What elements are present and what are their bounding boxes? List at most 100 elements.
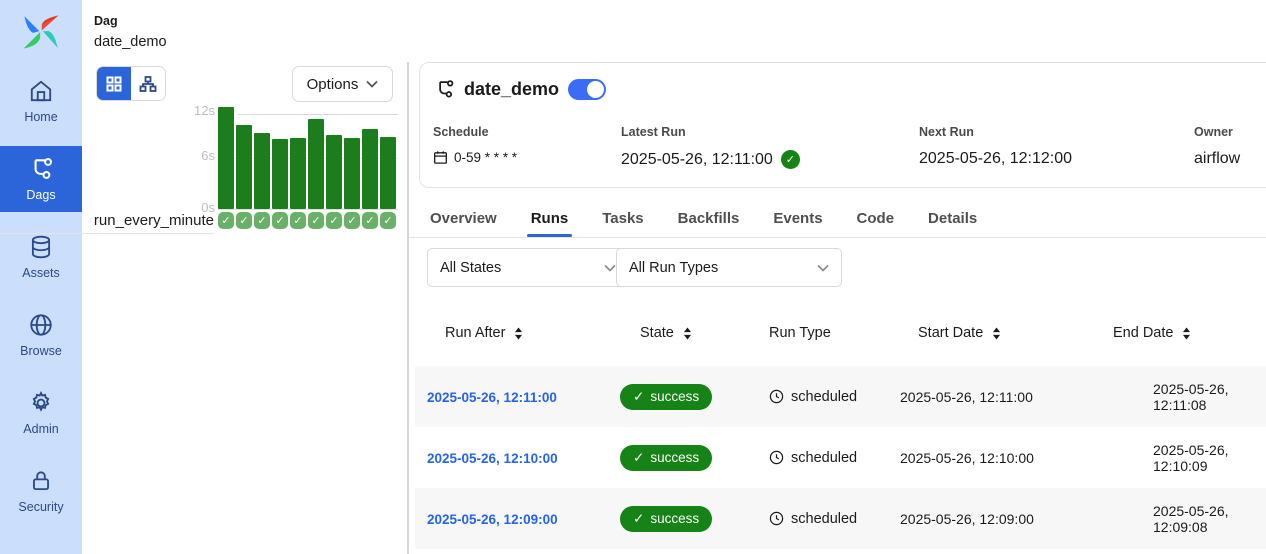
dag-tabs: Overview Runs Tasks Backfills Events Code Deta…: [409, 200, 1266, 238]
stat-latest-run: Latest Run 2025-05-26, 12:11:00✓: [621, 125, 800, 169]
run-type-value: scheduled: [791, 389, 857, 405]
start-date-value: 2025-05-26, 12:10:00: [895, 450, 1110, 466]
end-date-value: 2025-05-26, 12:11:08: [1110, 381, 1266, 413]
tab-label: Code: [857, 210, 895, 227]
run-row: 2025-05-26, 12:11:00 ✓success scheduled …: [415, 366, 1266, 427]
task-instance-success-badge[interactable]: ✓: [218, 212, 234, 229]
duration-bar[interactable]: [380, 137, 396, 209]
calendar-icon: [433, 150, 448, 165]
tab-overview[interactable]: Overview: [430, 200, 497, 237]
task-instance-success-badge[interactable]: ✓: [290, 212, 306, 229]
sort-icon: [512, 326, 525, 341]
run-after-link[interactable]: 2025-05-26, 12:11:00: [427, 390, 557, 405]
duration-bar[interactable]: [362, 129, 378, 209]
stat-schedule: Schedule 0-59 * * * *: [433, 125, 517, 165]
options-button[interactable]: Options: [292, 66, 393, 102]
sidebar-item-dags[interactable]: Dags: [0, 146, 82, 212]
run-type-value: scheduled: [791, 511, 857, 527]
clock-icon: [769, 389, 784, 404]
duration-bar[interactable]: [290, 138, 306, 209]
grid-view-icon: [105, 75, 123, 93]
run-row: 2025-05-26, 12:09:00 ✓success scheduled …: [415, 488, 1266, 549]
column-header-run-type: Run Type: [765, 325, 895, 341]
check-icon: ✓: [633, 511, 644, 527]
task-instance-success-badge[interactable]: ✓: [326, 212, 342, 229]
tab-events[interactable]: Events: [773, 200, 822, 237]
start-date-value: 2025-05-26, 12:11:00: [895, 389, 1110, 405]
stat-value: airflow: [1194, 150, 1240, 168]
run-type-filter-select[interactable]: All Run Types: [616, 248, 842, 287]
duration-bar[interactable]: [254, 133, 270, 209]
tab-code[interactable]: Code: [857, 200, 895, 237]
tab-label: Overview: [430, 210, 497, 227]
run-after-link[interactable]: 2025-05-26, 12:10:00: [427, 451, 558, 466]
tab-backfills[interactable]: Backfills: [678, 200, 740, 237]
graph-view-button[interactable]: [131, 67, 165, 100]
task-instance-success-badge[interactable]: ✓: [254, 212, 270, 229]
state-filter-select[interactable]: All States: [427, 248, 629, 287]
column-header-label: Run After: [445, 325, 505, 341]
duration-bar[interactable]: [326, 135, 342, 209]
sidebar-item-admin[interactable]: Admin: [0, 380, 82, 446]
breadcrumb-section: Dag: [94, 14, 118, 28]
task-instance-success-badge[interactable]: ✓: [236, 212, 252, 229]
task-instance-success-badge[interactable]: ✓: [380, 212, 396, 229]
duration-bar[interactable]: [344, 138, 360, 209]
stat-next-run: Next Run 2025-05-26, 12:12:00: [919, 125, 1072, 168]
sidebar-item-security[interactable]: Security: [0, 458, 82, 524]
duration-bar[interactable]: [308, 119, 324, 209]
stat-owner: Owner airflow: [1194, 125, 1240, 168]
sidebar-item-home[interactable]: Home: [0, 68, 82, 134]
duration-bar[interactable]: [272, 139, 288, 209]
breadcrumb-dag-name: date_demo: [94, 34, 167, 50]
run-type-value: scheduled: [791, 450, 857, 466]
dag-pause-toggle[interactable]: [568, 79, 606, 100]
run-row: 2025-05-26, 12:10:00 ✓success scheduled …: [415, 427, 1266, 488]
runs-table-header: Run After State Run Type Start Date End …: [415, 300, 1266, 366]
check-icon: ✓: [633, 389, 644, 405]
task-instance-success-badge[interactable]: ✓: [272, 212, 288, 229]
tab-label: Events: [773, 210, 822, 227]
tab-runs[interactable]: Runs: [531, 200, 569, 237]
gear-icon: [28, 390, 54, 416]
sidebar-item-browse[interactable]: Browse: [0, 302, 82, 368]
sort-icon: [990, 326, 1003, 341]
task-instance-success-badge[interactable]: ✓: [308, 212, 324, 229]
sidebar-nav: Home Dags Assets Browse Admin Security: [0, 68, 82, 524]
column-header-state[interactable]: State: [615, 325, 765, 341]
column-header-run-after[interactable]: Run After: [415, 325, 615, 341]
tab-details[interactable]: Details: [928, 200, 977, 237]
y-axis-tick-6s: 6s: [179, 148, 215, 163]
airflow-logo[interactable]: [0, 0, 82, 58]
column-header-start-date[interactable]: Start Date: [895, 325, 1110, 341]
task-instance-success-badge[interactable]: ✓: [344, 212, 360, 229]
stat-value: 2025-05-26, 12:12:00: [919, 150, 1072, 168]
state-badge: ✓success: [620, 506, 712, 532]
options-button-label: Options: [307, 76, 359, 93]
sidebar-item-label: Dags: [26, 188, 55, 202]
clock-icon: [769, 450, 784, 465]
duration-bar[interactable]: [236, 125, 252, 209]
view-toggle-group: [96, 66, 166, 101]
sort-icon: [1180, 326, 1193, 341]
stat-value: 2025-05-26, 12:11:00✓: [621, 150, 800, 169]
y-axis-tick-12s: 12s: [179, 103, 215, 118]
chevron-down-icon: [817, 264, 829, 272]
column-header-end-date[interactable]: End Date: [1110, 325, 1266, 341]
task-instance-success-badge[interactable]: ✓: [362, 212, 378, 229]
start-date-value: 2025-05-26, 12:09:00: [895, 511, 1110, 527]
sidebar-item-label: Home: [24, 110, 57, 124]
database-icon: [28, 234, 54, 260]
tab-label: Backfills: [678, 210, 740, 227]
sidebar-item-label: Security: [18, 500, 63, 514]
sidebar-item-label: Admin: [23, 422, 58, 436]
grid-view-button[interactable]: [97, 67, 131, 100]
tab-label: Runs: [531, 210, 569, 227]
run-after-link[interactable]: 2025-05-26, 12:09:00: [427, 512, 558, 527]
task-name-label: run_every_minute: [0, 212, 214, 234]
column-header-label: End Date: [1113, 325, 1173, 341]
state-badge: ✓success: [620, 384, 712, 410]
duration-bar[interactable]: [218, 107, 234, 209]
tab-tasks[interactable]: Tasks: [602, 200, 643, 237]
stat-label: Next Run: [919, 125, 1072, 139]
